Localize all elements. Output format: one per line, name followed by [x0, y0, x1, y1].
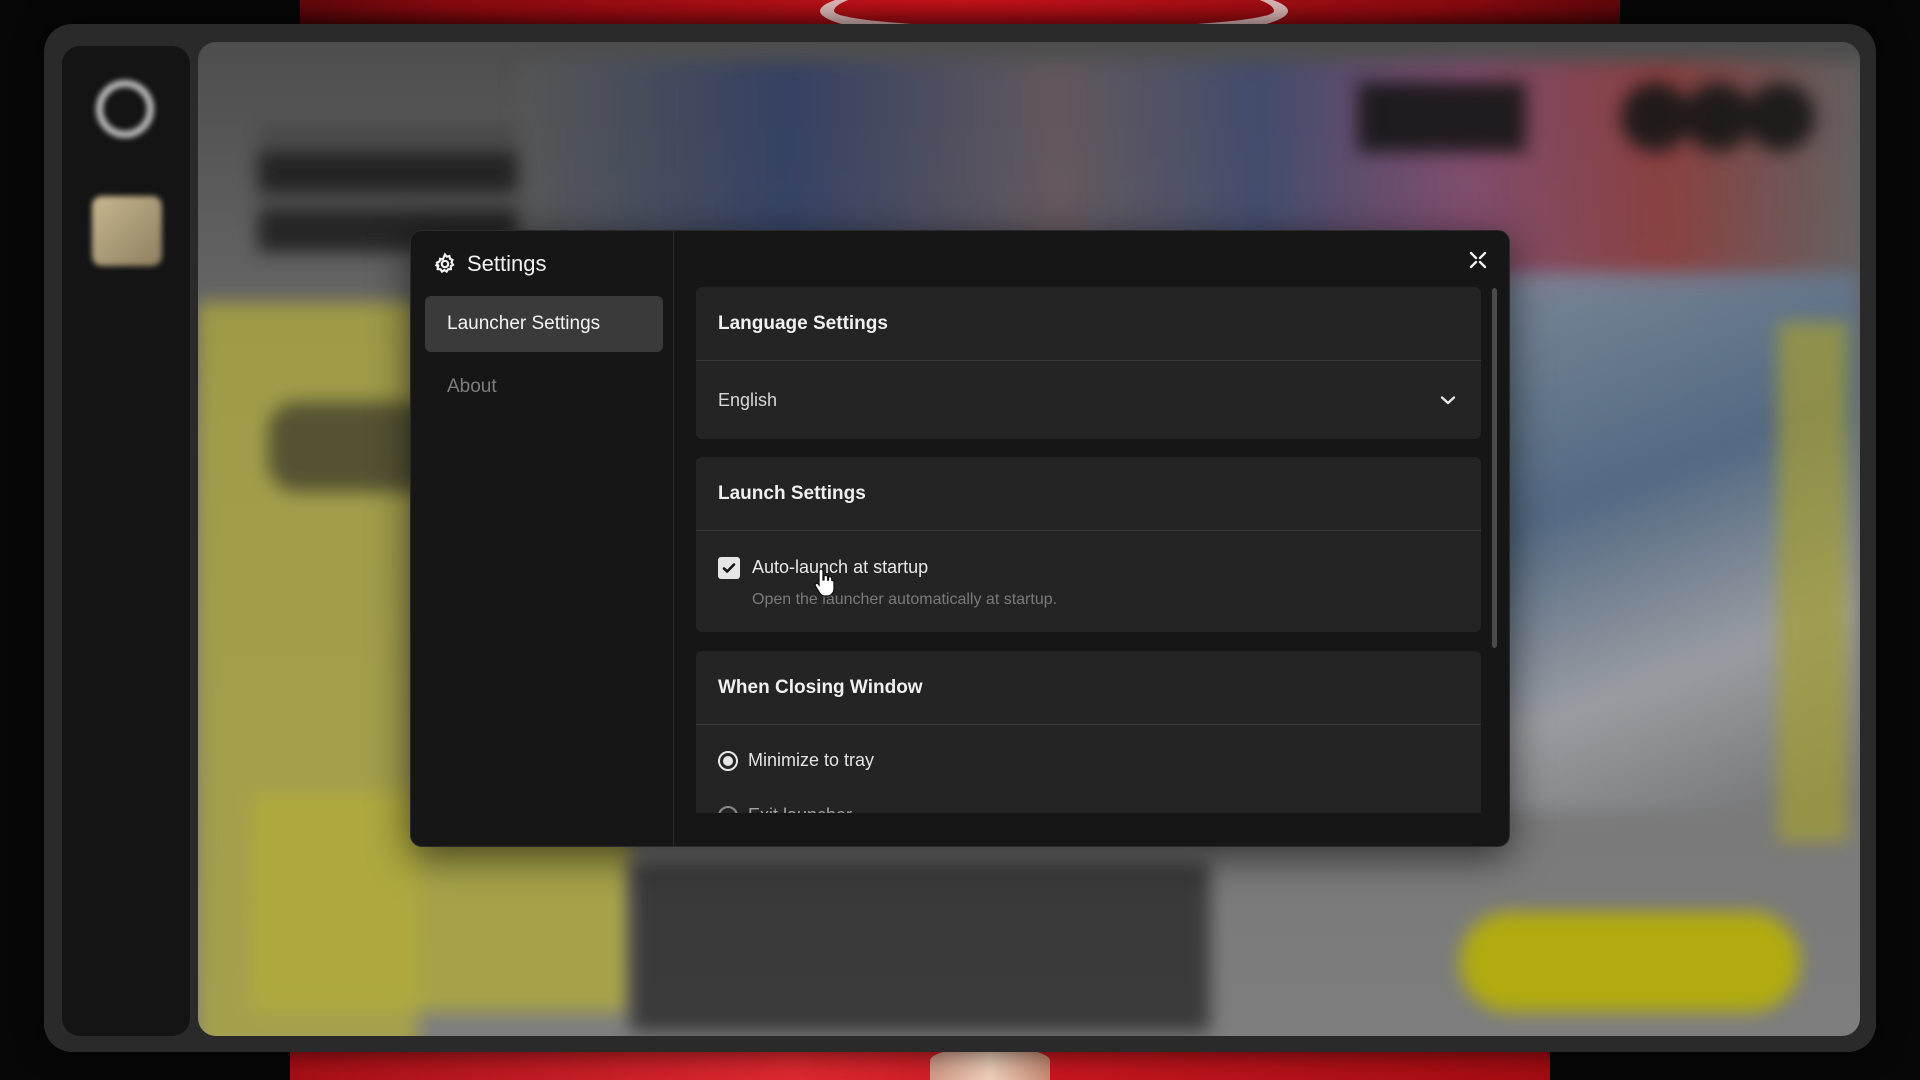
settings-scroll-area[interactable]: Language Settings English Launch Setting… [696, 287, 1481, 827]
language-settings-title: Language Settings [696, 287, 1481, 361]
auto-launch-checkbox[interactable] [718, 557, 740, 579]
launcher-side-rail [62, 46, 190, 1036]
desktop-wallpaper-bottom [290, 1048, 1550, 1080]
radio-minimize-label: Minimize to tray [748, 750, 875, 770]
checkmark-icon [722, 563, 736, 573]
settings-sidebar: Settings Launcher Settings About [411, 231, 674, 846]
hand-cursor-icon [814, 568, 835, 597]
nav-about[interactable]: About [425, 359, 663, 415]
launcher-logo-icon[interactable] [96, 80, 154, 138]
auto-launch-description: Open the launcher automatically at start… [752, 591, 1058, 608]
dialog-title: Settings [433, 249, 547, 279]
radio-selected-icon [718, 750, 738, 771]
scrollbar-thumb[interactable] [1492, 288, 1497, 648]
close-icon [1469, 251, 1487, 269]
closing-window-card: When Closing Window Minimize to tray Exi… [696, 651, 1481, 827]
scroll-clip [696, 813, 1481, 827]
language-select-value: English [718, 389, 778, 410]
settings-content: Language Settings English Launch Setting… [674, 231, 1509, 846]
dialog-title-text: Settings [467, 251, 547, 276]
settings-dialog: Settings Launcher Settings About Languag… [410, 230, 1510, 847]
language-select[interactable]: English [696, 361, 1481, 439]
radio-minimize-to-tray[interactable]: Minimize to tray [718, 750, 874, 771]
language-settings-card: Language Settings English [696, 287, 1481, 439]
auto-launch-label[interactable]: Auto-launch at startup [752, 557, 928, 578]
close-button[interactable] [1463, 245, 1493, 275]
launch-settings-card: Launch Settings Auto-launch at startup O… [696, 457, 1481, 632]
game-thumbnail[interactable] [92, 196, 162, 266]
closing-window-title: When Closing Window [696, 651, 1481, 725]
chevron-down-icon [1440, 396, 1456, 405]
launch-settings-title: Launch Settings [696, 457, 1481, 531]
nav-launcher-settings[interactable]: Launcher Settings [425, 296, 663, 352]
gear-icon [434, 252, 455, 274]
